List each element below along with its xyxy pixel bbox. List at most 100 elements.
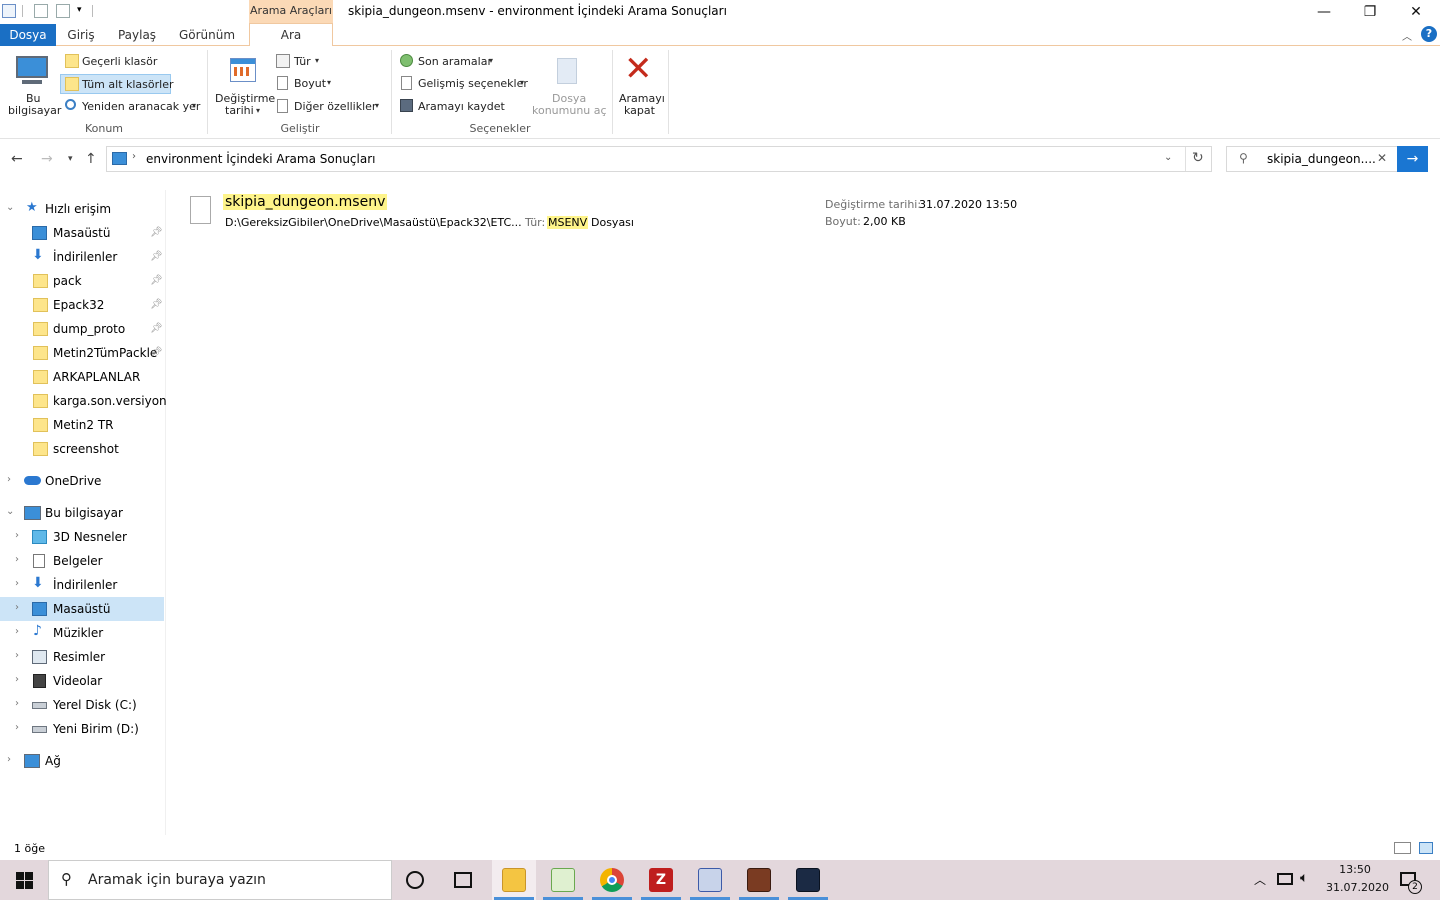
collapsed-chevron-icon[interactable]: › [15, 698, 19, 709]
large-icons-view-icon[interactable] [1419, 842, 1433, 854]
collapsed-chevron-icon[interactable]: › [15, 530, 19, 541]
collapsed-chevron-icon[interactable]: › [15, 554, 19, 565]
nav-this-pc[interactable]: ⌄ Bu bilgisayar [0, 501, 164, 525]
pin-icon[interactable]: 📌︎ [150, 227, 163, 238]
tab-paylas[interactable]: Paylaş [112, 24, 162, 46]
forward-arrow-icon[interactable]: → [41, 151, 53, 167]
collapsed-chevron-icon[interactable]: › [7, 474, 11, 485]
explorer-app-icon[interactable] [2, 4, 16, 18]
pin-icon[interactable]: 📌︎ [150, 299, 163, 310]
address-bar[interactable]: › environment İçindeki Arama Sonuçları ⌄… [106, 146, 1212, 172]
windows-start-icon[interactable] [16, 872, 33, 889]
nav-item-metin2tumpackle[interactable]: Metin2TümPackle 📌︎ [0, 341, 164, 365]
nav-item-desktop[interactable]: Masaüstü 📌︎ [0, 221, 164, 245]
nav-quick-access[interactable]: ⌄ ★ Hızlı erişim [0, 197, 164, 221]
close-button[interactable]: ✕ [1393, 0, 1439, 24]
pin-icon[interactable]: 📌︎ [150, 251, 163, 262]
nav-item-videos[interactable]: › Videolar [0, 669, 164, 693]
recent-locations-icon[interactable]: ▾ [68, 154, 73, 164]
tab-dosya[interactable]: Dosya [0, 24, 56, 46]
nav-item-pictures[interactable]: › Resimler [0, 645, 164, 669]
file-explorer-taskbar-icon[interactable] [502, 868, 526, 892]
nav-item-pack[interactable]: pack 📌︎ [0, 269, 164, 293]
nav-item-music[interactable]: › ♪ Müzikler [0, 621, 164, 645]
expanded-chevron-icon[interactable]: ⌄ [6, 506, 14, 517]
up-arrow-icon[interactable]: ↑ [85, 151, 97, 167]
refresh-icon[interactable]: ↻ [1192, 150, 1204, 166]
metin2-game-icon[interactable] [747, 868, 771, 892]
collapsed-chevron-icon[interactable]: › [15, 626, 19, 637]
nav-item-3d-objects[interactable]: › 3D Nesneler [0, 525, 164, 549]
task-view-icon[interactable] [454, 872, 472, 888]
collapsed-chevron-icon[interactable]: › [7, 754, 11, 765]
epack-icon[interactable] [796, 868, 820, 892]
ribbon-search: Bu bilgisayar Geçerli klasör Tüm alt kla… [0, 46, 1440, 139]
result-item[interactable]: skipia_dungeon.msenv D:\GereksizGibiler\… [188, 194, 888, 238]
search-go-button[interactable]: → [1397, 146, 1428, 172]
advanced-options-button[interactable]: Gelişmiş seçenekler ▾ [398, 74, 532, 92]
collapse-ribbon-icon[interactable]: ︿ [1402, 28, 1412, 43]
dropdown-icon: ▾ [489, 56, 494, 65]
this-pc-button[interactable]: Bu bilgisayar [4, 48, 61, 118]
new-folder-icon[interactable] [56, 4, 70, 18]
nav-item-downloads-pc[interactable]: › ⬇ İndirilenler [0, 573, 164, 597]
nav-item-downloads[interactable]: ⬇ İndirilenler 📌︎ [0, 245, 164, 269]
taskbar-search-box[interactable]: ⚲ Aramak için buraya yazın [48, 860, 392, 900]
all-subfolders-button[interactable]: Tüm alt klasörler [60, 74, 174, 94]
current-folder-button[interactable]: Geçerli klasör [62, 52, 202, 70]
nav-onedrive[interactable]: › OneDrive [0, 469, 164, 493]
pin-icon[interactable]: 📌︎ [150, 323, 163, 334]
quick-access-dropdown-icon[interactable]: ▾ [77, 5, 82, 15]
nav-network[interactable]: › Ağ [0, 749, 164, 773]
minimize-button[interactable]: — [1301, 0, 1347, 24]
nav-item-documents[interactable]: › Belgeler [0, 549, 164, 573]
nav-item-local-disk-c[interactable]: › Yerel Disk (C:) [0, 693, 164, 717]
expanded-chevron-icon[interactable]: ⌄ [6, 202, 14, 213]
search-input[interactable]: ⚲ skipia_dungeon.... ✕ [1226, 146, 1398, 172]
breadcrumb-chevron-icon[interactable]: › [132, 151, 136, 162]
nav-item-desktop-pc[interactable]: › Masaüstü [0, 597, 164, 621]
tab-ara[interactable]: Ara [249, 23, 333, 46]
notepad-plus-plus-icon[interactable] [551, 868, 575, 892]
help-icon[interactable]: ? [1421, 26, 1437, 42]
clock-date[interactable]: 31.07.2020 [1326, 881, 1389, 894]
maximize-button[interactable]: ❐ [1347, 0, 1393, 24]
recent-searches-button[interactable]: Son aramalar ▾ [398, 52, 502, 70]
nav-item-screenshot[interactable]: screenshot [0, 437, 164, 461]
details-view-icon[interactable] [1394, 842, 1411, 854]
save-search-button[interactable]: Aramayı kaydet [398, 97, 505, 115]
nav-item-dump-proto[interactable]: dump_proto 📌︎ [0, 317, 164, 341]
nav-item-karga[interactable]: karga.son.versiyon [0, 389, 167, 413]
collapsed-chevron-icon[interactable]: › [15, 602, 19, 613]
nav-item-arkaplanlar[interactable]: ARKAPLANLAR [0, 365, 164, 389]
nav-item-metin2-tr[interactable]: Metin2 TR [0, 413, 164, 437]
properties-icon[interactable] [34, 4, 48, 18]
show-hidden-icons-icon[interactable]: ︿ [1254, 871, 1266, 888]
tab-giris[interactable]: Giriş [58, 24, 104, 46]
back-arrow-icon[interactable]: ← [11, 151, 23, 167]
date-modified-button[interactable]: Değiştirme tarihi ▾ [212, 48, 275, 118]
kind-button[interactable]: Tür ▾ [274, 52, 334, 70]
clear-search-icon[interactable]: ✕ [1377, 151, 1387, 165]
collapsed-chevron-icon[interactable]: › [15, 578, 19, 589]
filezilla-icon[interactable]: Z [649, 868, 673, 892]
pin-icon[interactable]: 📌︎ [150, 347, 163, 358]
size-button[interactable]: Boyut ▾ [274, 74, 344, 92]
tab-gorunum[interactable]: Görünüm [172, 24, 242, 46]
volume-icon[interactable]: 🔈︎ [1300, 870, 1308, 886]
clock-time[interactable]: 13:50 [1326, 863, 1384, 876]
collapsed-chevron-icon[interactable]: › [15, 674, 19, 685]
other-properties-button[interactable]: Diğer özellikler ▾ [274, 97, 386, 115]
collapsed-chevron-icon[interactable]: › [15, 722, 19, 733]
nav-item-epack32[interactable]: Epack32 📌︎ [0, 293, 164, 317]
close-search-button[interactable]: ✕ Aramayı kapat [614, 48, 666, 118]
network-status-icon[interactable] [1277, 873, 1293, 885]
search-again-in-button[interactable]: Yeniden aranacak yer ▾ [62, 97, 207, 115]
nav-item-drive-d[interactable]: › Yeni Birim (D:) [0, 717, 164, 741]
open-file-location-button[interactable]: Dosya konumunu aç [530, 48, 608, 118]
cortana-icon[interactable] [406, 871, 424, 889]
pin-icon[interactable]: 📌︎ [150, 275, 163, 286]
address-dropdown-icon[interactable]: ⌄ [1164, 152, 1172, 163]
remote-desktop-icon[interactable] [698, 868, 722, 892]
collapsed-chevron-icon[interactable]: › [15, 650, 19, 661]
